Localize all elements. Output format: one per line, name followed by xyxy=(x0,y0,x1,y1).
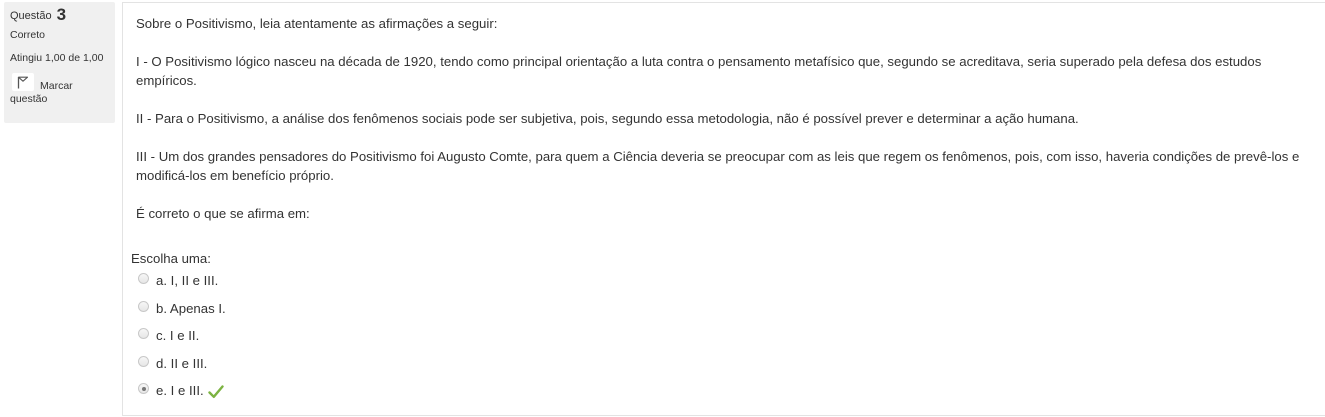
option-a-radio[interactable] xyxy=(138,273,149,284)
option-c-label[interactable]: c. I e II. xyxy=(156,326,199,345)
question-number: Questão 3 xyxy=(10,6,115,26)
question-status: Correto xyxy=(10,29,46,41)
option-a-label[interactable]: a. I, II e III. xyxy=(156,271,218,290)
flag-label-line2[interactable]: questão xyxy=(10,93,47,106)
option-c-radio[interactable] xyxy=(138,328,149,339)
question-text: Sobre o Positivismo, leia atentamente as… xyxy=(136,14,1306,242)
checkmark-icon xyxy=(207,384,224,404)
option-b-label[interactable]: b. Apenas I. xyxy=(156,299,226,318)
option-e-radio[interactable] xyxy=(138,383,149,394)
flag-icon[interactable] xyxy=(12,73,34,91)
question-label: Questão xyxy=(10,10,52,22)
statement-2: II - Para o Positivismo, a análise dos f… xyxy=(136,111,1079,126)
question-intro: Sobre o Positivismo, leia atentamente as… xyxy=(136,16,498,31)
statement-1: I - O Positivismo lógico nasceu na décad… xyxy=(136,54,1262,88)
option-b-radio[interactable] xyxy=(138,300,149,312)
option-e-label[interactable]: e. I e III. xyxy=(156,383,204,398)
option-e-container[interactable]: e. I e III. xyxy=(156,381,224,404)
answer-prompt: Escolha uma: xyxy=(131,251,211,266)
option-d-label[interactable]: d. II e III. xyxy=(156,354,207,373)
question-grade: Atingiu 1,00 de 1,00 xyxy=(10,52,104,64)
question-content: Sobre o Positivismo, leia atentamente as… xyxy=(122,2,1325,416)
flag-label-line1[interactable]: Marcar xyxy=(40,80,73,93)
quiz-page: Questão 3 Correto Atingiu 1,00 de 1,00 M… xyxy=(0,0,1325,417)
flag-question-button[interactable]: Marcar questão xyxy=(10,73,115,105)
statement-3: III - Um dos grandes pensadores do Posit… xyxy=(136,149,1300,183)
question-info-panel: Questão 3 Correto Atingiu 1,00 de 1,00 M… xyxy=(4,2,115,123)
question-ask: É correto o que se afirma em: xyxy=(136,206,310,221)
option-d-radio[interactable] xyxy=(138,355,149,367)
question-number-value: 3 xyxy=(56,5,67,24)
